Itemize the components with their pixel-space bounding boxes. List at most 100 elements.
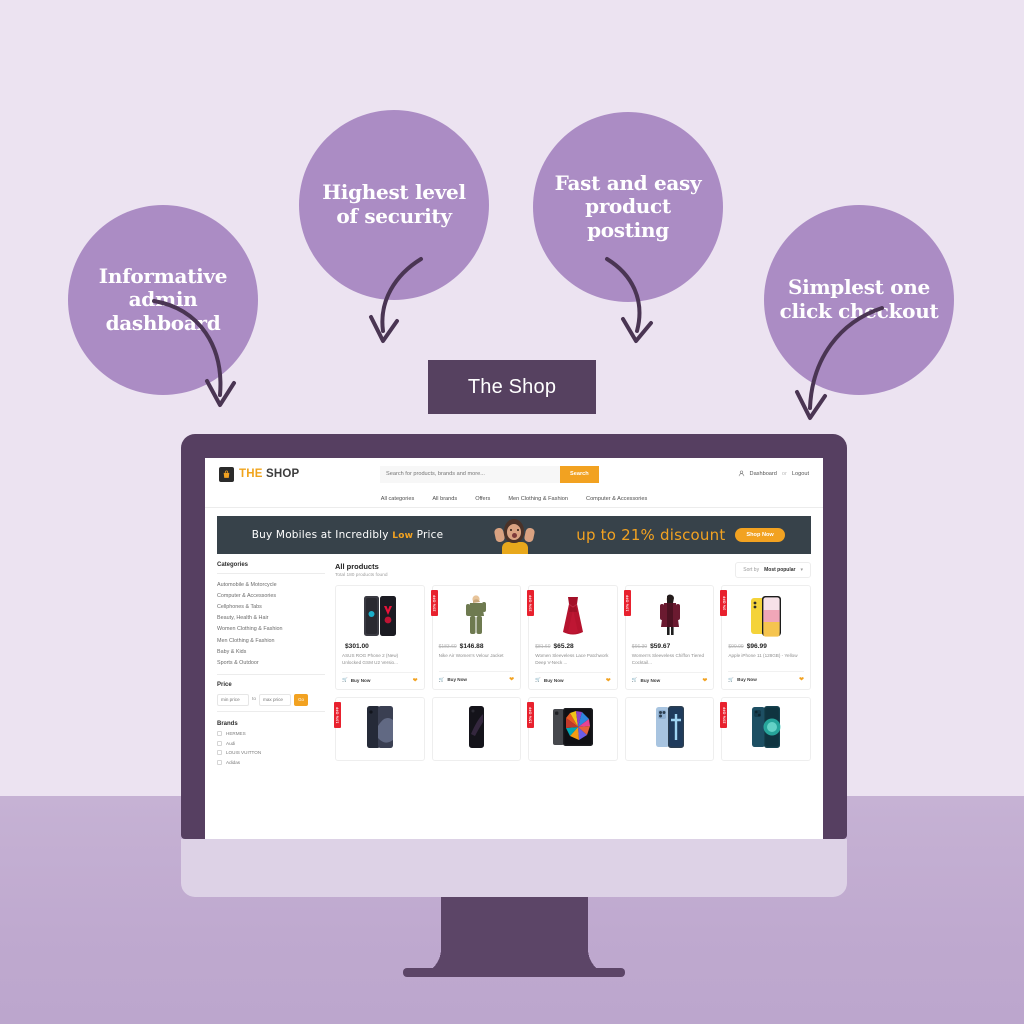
category-item-baby-kids[interactable]: Baby & Kids [217,646,325,657]
banner-model-photo [478,516,550,554]
product-current-price: $65.28 [553,643,574,650]
product-image-phone-dark-blue [342,704,418,751]
nav-item-men-clothing[interactable]: Men Clothing & Fashion [508,496,568,502]
product-card[interactable]: 20% OFF [430,585,522,690]
buy-now-label: Buy Now [350,677,371,683]
brand-checkbox-adidas[interactable]: Adidas [217,759,325,765]
brand-filter: Brands HERMES Audi LOUIS VUITTON Adidas [217,721,325,765]
product-name: Women's Sleeveless Chiffon Tiered Cockta… [631,653,704,665]
category-item-computer[interactable]: Computer & Accessories [217,590,325,601]
product-name: Apple iPhone 11 (128GB) - Yellow [728,653,798,658]
brand-checkbox-audi[interactable]: Audi [217,740,325,746]
wishlist-heart-icon[interactable]: ❤ [799,676,804,683]
promo-banner[interactable]: Buy Mobiles at Incredibly Low Price up t… [217,516,811,554]
buy-now-button[interactable]: 🛒 Buy Now [632,677,660,683]
product-card[interactable] [624,696,715,761]
category-item-beauty[interactable]: Beauty, Health & Hair [217,613,325,624]
category-item-automobile[interactable]: Automobile & Motorcycle [217,579,325,590]
category-item-women-clothing[interactable]: Women Clothing & Fashion [217,624,325,635]
sort-value: Most popular [764,567,796,573]
buy-now-button[interactable]: 🛒 Buy Now [342,677,370,683]
banner-headline-pre: Buy Mobiles at Incredibly [251,529,393,541]
sort-dropdown[interactable]: Sort by Most popular ▾ [735,562,811,578]
checkbox-icon[interactable] [217,750,222,755]
nav-item-all-categories[interactable]: All categories [381,496,415,502]
monitor-chin [181,839,847,897]
buy-now-button[interactable]: 🛒 Buy Now [535,677,563,683]
discount-badge: 10% OFF [334,701,341,728]
category-item-sports-outdoor[interactable]: Sports & Outdoor [217,657,325,668]
search-button[interactable]: Search [560,465,599,483]
account-separator: or [781,471,787,477]
product-card[interactable] [431,696,522,761]
nav-item-all-brands[interactable]: All brands [432,496,457,502]
price-range-row: to Go [217,693,325,706]
buy-now-button[interactable]: 🛒 Buy Now [439,677,467,683]
product-name: ASUS ROG Phone 2 (New) Unlocked GSM U2 V… [342,653,399,665]
site-logo[interactable]: THE SHOP [219,466,374,482]
product-old-price: $81.60 [535,644,551,650]
account-area: Dashboard or Logout [738,470,809,479]
logout-link[interactable]: Logout [792,471,809,477]
promo-bubble-posting: Fast and easy product posting [533,112,723,302]
buy-now-button[interactable]: 🛒 Buy Now [728,677,756,683]
product-card[interactable]: 20% OFF [720,696,811,761]
dashboard-link[interactable]: Dashboard [750,471,777,477]
discount-badge: 3% OFF [720,590,728,616]
product-image-iphone-11-yellow [728,592,804,639]
price-go-button[interactable]: Go [294,693,309,706]
discount-badge-label: 10% OFF [625,594,630,612]
discount-badge-label: 20% OFF [432,594,437,612]
monitor-stand-base [403,968,625,977]
discount-badge: 20% OFF [527,590,535,616]
checkbox-icon[interactable] [217,740,222,746]
product-card[interactable]: 3% OFF $99.99 $96.99 Apple iPhone 11 (12… [720,585,811,690]
discount-badge-label: 20% OFF [528,594,533,612]
product-name: Nike Air Women's Velour Jacket [438,653,504,658]
product-card[interactable]: 15% OFF [527,696,618,761]
cart-icon: 🛒 [631,677,638,683]
promo-bubble-dashboard: Informative admin dashboard [68,205,258,395]
product-card[interactable]: $301.00 ASUS ROG Phone 2 (New) Unlocked … [335,585,425,690]
buy-now-label: Buy Now [737,677,757,682]
max-price-input[interactable] [259,693,292,706]
wishlist-heart-icon[interactable]: ❤ [413,677,418,684]
brand-checkbox-hermes[interactable]: HERMES [217,731,325,736]
brand-checkbox-louis-vuitton[interactable]: LOUIS VUITTON [217,750,325,755]
product-current-price: $146.88 [459,643,484,650]
banner-headline-post: Price [413,529,444,541]
product-price: $183.60 $146.88 [439,643,515,650]
chevron-down-icon: ▾ [800,567,803,573]
checkbox-icon[interactable] [217,759,222,765]
product-listing: All products Total 180 products found So… [334,562,811,765]
search-bar: Search [380,465,599,483]
discount-badge: 20% OFF [720,701,728,728]
wishlist-heart-icon[interactable]: ❤ [509,676,514,683]
cart-icon: 🛒 [535,677,541,683]
product-name: Women Sleeveless Lace Patchwork Deep V-N… [535,653,609,665]
product-current-price: $96.99 [746,643,767,650]
promo-bubble-checkout: Simplest one click checkout [764,205,954,395]
category-item-men-clothing[interactable]: Men Clothing & Fashion [217,635,325,646]
discount-badge: 15% OFF [527,701,535,728]
shop-now-button[interactable]: Shop Now [735,528,785,542]
wishlist-heart-icon[interactable]: ❤ [606,677,611,684]
product-card[interactable]: 10% OFF [623,585,715,690]
product-card[interactable]: 10% OFF [334,696,425,761]
banner-discount-text: up to 21% discount [576,526,726,544]
main-nav: All categories All brands Offers Men Clo… [205,490,823,508]
product-price: $99.99 $96.99 [728,643,804,650]
product-actions: 🛒 Buy Now ❤ [728,671,804,683]
product-image-asus-rog [342,592,418,639]
brand-label: Adidas [226,759,241,765]
product-current-price: $301.00 [345,643,369,650]
min-price-input[interactable] [217,693,249,706]
nav-item-offers[interactable]: Offers [475,496,490,502]
product-price: $301.00 [342,643,418,650]
product-card[interactable]: 20% OFF $81.60 $65.28 Women Sleeveless L… [527,585,618,690]
wishlist-heart-icon[interactable]: ❤ [702,677,707,684]
category-item-cellphones[interactable]: Cellphones & Tabs [217,601,325,612]
nav-item-computer-accessories[interactable]: Computer & Accessories [586,496,647,502]
checkbox-icon[interactable] [217,731,222,736]
search-input[interactable] [380,465,560,483]
